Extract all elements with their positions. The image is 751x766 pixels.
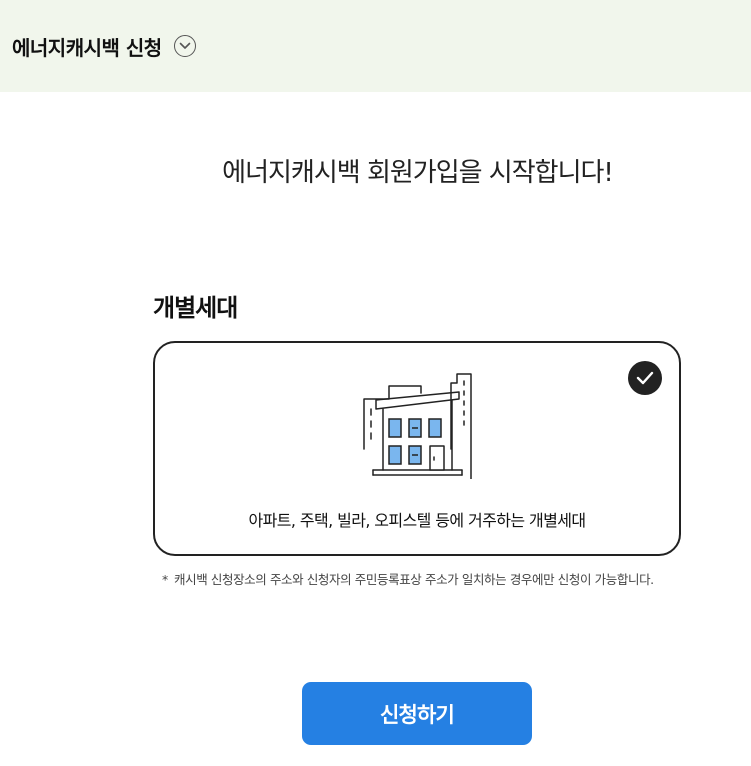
- chevron-down-icon[interactable]: [173, 35, 196, 57]
- page-title: 에너지캐시백 신청: [12, 35, 162, 60]
- building-icon: [363, 373, 472, 479]
- apply-button[interactable]: 신청하기: [302, 682, 532, 745]
- page-header: 에너지캐시백 신청: [0, 0, 751, 92]
- notice-text: * 캐시백 신청장소의 주소와 신청자의 주민등록표상 주소가 일치하는 경우에…: [162, 569, 682, 590]
- welcome-heading: 에너지캐시백 회원가입을 시작합니다!: [222, 158, 614, 188]
- option-description: 아파트, 주택, 빌라, 오피스텔 등에 거주하는 개별세대: [248, 511, 587, 530]
- section-title: 개별세대: [153, 294, 238, 322]
- individual-household-option-card[interactable]: 아파트, 주택, 빌라, 오피스텔 등에 거주하는 개별세대: [153, 341, 681, 556]
- notice-asterisk: *: [162, 572, 168, 587]
- check-circle-icon: [628, 361, 662, 395]
- notice-body: 캐시백 신청장소의 주소와 신청자의 주민등록표상 주소가 일치하는 경우에만 …: [174, 572, 654, 587]
